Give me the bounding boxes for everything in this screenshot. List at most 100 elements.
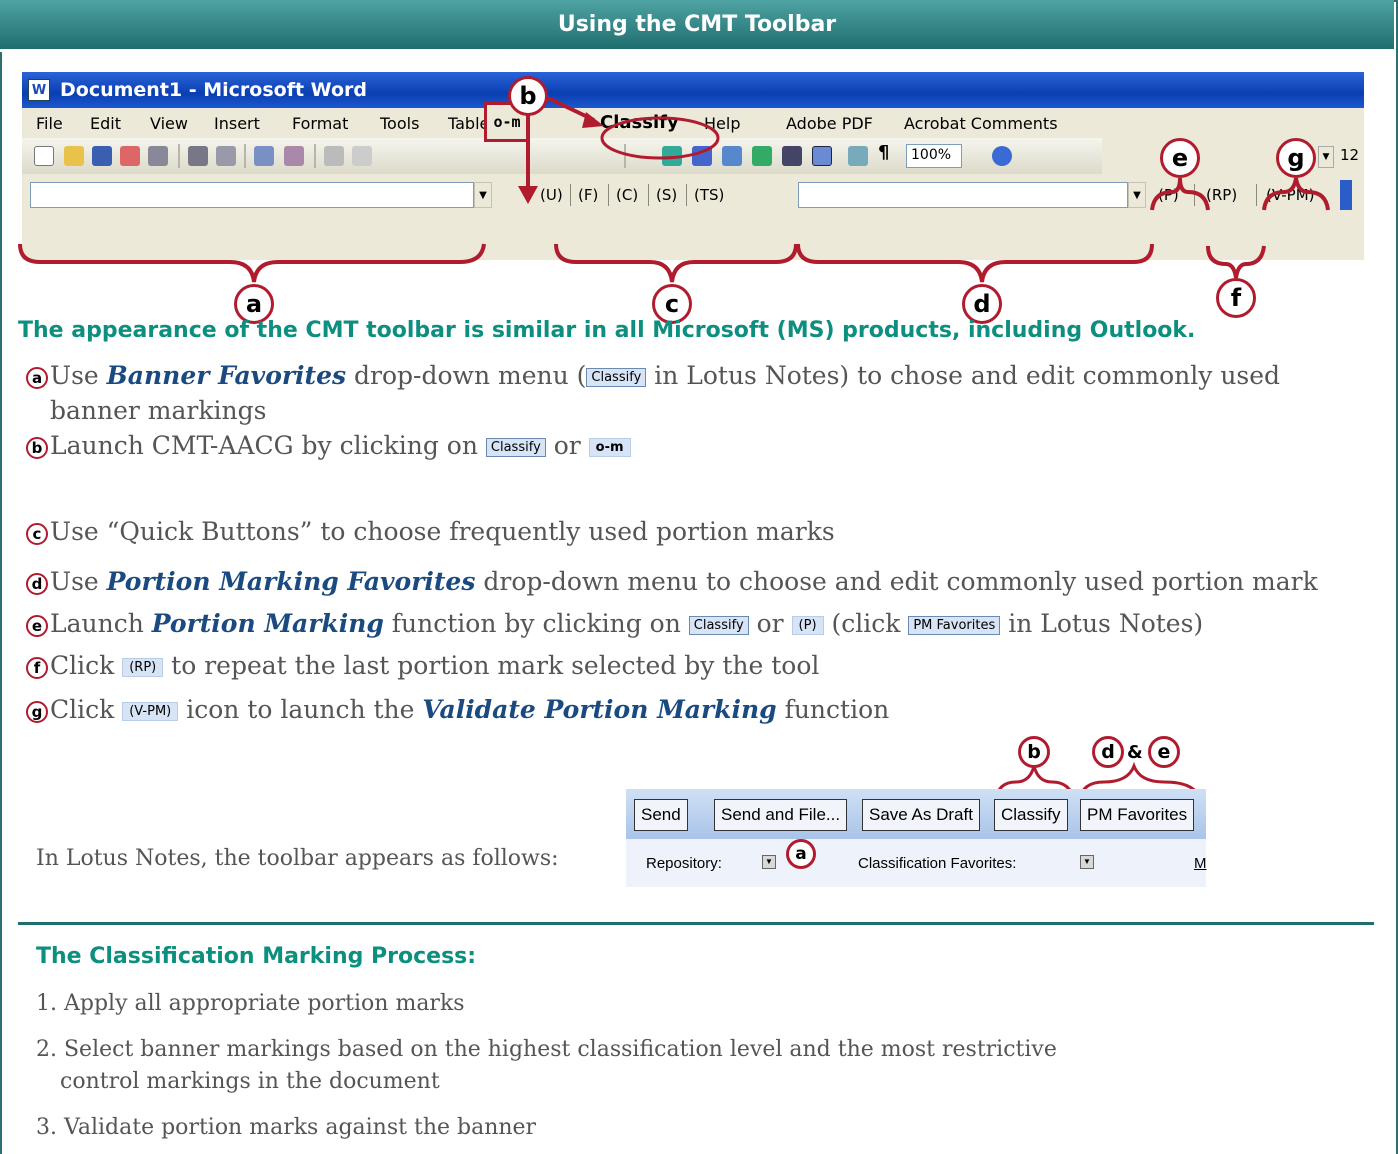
bullet-b: b Launch CMT-AACG by clicking on Classify… — [26, 428, 1386, 463]
help-icon[interactable] — [992, 146, 1012, 166]
separator — [314, 144, 316, 168]
separator — [1194, 184, 1195, 206]
pm-button-vpm[interactable]: (V-PM) — [1266, 186, 1315, 204]
portion-marking-favorites-dropdown-icon[interactable]: ▼ — [1128, 182, 1146, 208]
bullet-e: e Launch Portion Marking function by clic… — [26, 606, 1386, 641]
hyperlink-icon[interactable] — [662, 146, 682, 166]
callout-e: e — [1160, 138, 1200, 178]
word-title-bar: W Document1 - Microsoft Word — [22, 72, 1364, 108]
lotus-classify-button[interactable]: Classify — [994, 799, 1068, 831]
bullet-b-text-1: Launch CMT-AACG by clicking on — [50, 431, 486, 460]
separator — [624, 144, 626, 168]
lotus-send-button[interactable]: Send — [634, 799, 688, 831]
bullet-d-text-2: drop-down menu to choose and edit common… — [475, 567, 1318, 596]
portion-marking-favorites-combo[interactable] — [798, 182, 1128, 208]
font-size-value[interactable]: 12 — [1340, 146, 1359, 164]
tables-borders-icon[interactable] — [692, 146, 712, 166]
bullet-b-marker: b — [26, 437, 48, 459]
menu-file[interactable]: File — [36, 114, 63, 133]
p-button-image: (P) — [791, 616, 824, 635]
print-icon[interactable] — [188, 146, 208, 166]
lotus-repository-label: Repository: — [646, 855, 722, 872]
menu-classify[interactable]: Classify — [600, 112, 679, 133]
bullet-g-emphasis: Validate Portion Marking — [422, 695, 777, 724]
pm-button-p[interactable]: (P) — [1158, 186, 1179, 204]
repository-dropdown-icon[interactable]: ▼ — [762, 855, 776, 869]
lotus-callout-b: b — [1018, 736, 1050, 768]
permission-icon[interactable] — [120, 146, 140, 166]
bullet-a-text-3: in Lotus Notes) to chose and edit common… — [646, 361, 1281, 390]
lotus-callout-ampersand: & — [1127, 742, 1143, 763]
menu-tools[interactable]: Tools — [380, 114, 419, 133]
bullet-f: f Click (RP) to repeat the last portion m… — [26, 648, 1386, 683]
lotus-pm-favorites-button[interactable]: PM Favorites — [1080, 799, 1195, 831]
pm-button-rp[interactable]: (RP) — [1206, 186, 1237, 204]
lotus-more-menu[interactable]: M — [1194, 855, 1207, 872]
menu-view[interactable]: View — [150, 114, 188, 133]
email-icon[interactable] — [148, 146, 168, 166]
bullet-g-text-3: function — [776, 695, 890, 724]
classify-button-image: Classify — [586, 368, 647, 387]
banner-favorites-dropdown-icon[interactable]: ▼ — [474, 182, 492, 208]
process-heading: The Classification Marking Process: — [36, 944, 477, 969]
menu-insert[interactable]: Insert — [214, 114, 260, 133]
open-icon[interactable] — [64, 146, 84, 166]
bullet-e-text-2: function by clicking on — [383, 609, 689, 638]
quick-button-ts[interactable]: (TS) — [694, 186, 724, 204]
bullet-g-text-1: Click — [50, 695, 123, 724]
bullet-e-emphasis: Portion Marking — [151, 609, 384, 638]
print-preview-icon[interactable] — [216, 146, 236, 166]
window-title: Document1 - Microsoft Word — [60, 79, 367, 101]
quick-button-f[interactable]: (F) — [578, 186, 598, 204]
bullet-e-text-5: in Lotus Notes) — [1000, 609, 1204, 638]
toolbar-options-icon[interactable] — [1340, 180, 1352, 210]
menu-format[interactable]: Format — [292, 114, 348, 133]
standard-toolbar: ¶ 100% — [22, 138, 1102, 174]
bullet-g-text-2: icon to launch the — [178, 695, 423, 724]
menu-adobe-pdf[interactable]: Adobe PDF — [786, 114, 873, 133]
bullet-c-marker: c — [26, 523, 48, 545]
callout-f: f — [1216, 278, 1256, 318]
callout-g: g — [1276, 138, 1316, 178]
insert-table-icon[interactable] — [722, 146, 742, 166]
menu-acrobat-comments[interactable]: Acrobat Comments — [904, 114, 1058, 133]
bullet-e-text-3: or — [748, 609, 792, 638]
bullet-f-text-1: Click — [50, 651, 123, 680]
document-map-icon[interactable] — [848, 146, 868, 166]
drawing-icon[interactable] — [812, 146, 832, 166]
bullet-c: c Use “Quick Buttons” to choose frequentl… — [26, 514, 1386, 549]
bullet-a-text-1: Use — [50, 361, 107, 390]
spelling-icon[interactable] — [254, 146, 274, 166]
copy-icon[interactable] — [352, 146, 372, 166]
save-icon[interactable] — [92, 146, 112, 166]
menu-help[interactable]: Help — [704, 114, 740, 133]
banner-favorites-combo[interactable] — [30, 182, 474, 208]
favorites-dropdown-icon[interactable]: ▼ — [1080, 855, 1094, 869]
lotus-send-file-button[interactable]: Send and File... — [714, 799, 848, 831]
quick-button-s[interactable]: (S) — [656, 186, 677, 204]
lotus-save-draft-button[interactable]: Save As Draft — [862, 799, 980, 831]
font-size-dropdown-icon[interactable]: ▼ — [1318, 146, 1334, 168]
bullet-d-text-1: Use — [50, 567, 107, 596]
bullet-a-text-4: banner markings — [50, 396, 267, 425]
quick-button-u[interactable]: (U) — [540, 186, 563, 204]
cut-icon[interactable] — [324, 146, 344, 166]
insert-excel-icon[interactable] — [752, 146, 772, 166]
page-title: Using the CMT Toolbar — [0, 0, 1394, 52]
zoom-field[interactable]: 100% — [906, 144, 962, 168]
pm-favorites-button-image: PM Favorites — [908, 616, 1001, 635]
menu-bar: File Edit View Insert Format Tools Table… — [22, 108, 1364, 138]
pilcrow-icon[interactable]: ¶ — [878, 142, 898, 163]
new-icon[interactable] — [34, 146, 54, 166]
columns-icon[interactable] — [782, 146, 802, 166]
menu-edit[interactable]: Edit — [90, 114, 121, 133]
research-icon[interactable] — [284, 146, 304, 166]
bullet-e-text-1: Launch — [50, 609, 152, 638]
word-app-icon: W — [28, 79, 50, 101]
bullet-d-marker: d — [26, 573, 48, 595]
bullet-d: d Use Portion Marking Favorites drop-down… — [26, 564, 1386, 599]
quick-button-c[interactable]: (C) — [616, 186, 638, 204]
lotus-callout-e: e — [1148, 736, 1180, 768]
lotus-favorites-label: Classification Favorites: — [858, 855, 1017, 872]
bullet-g-marker: g — [26, 701, 48, 723]
